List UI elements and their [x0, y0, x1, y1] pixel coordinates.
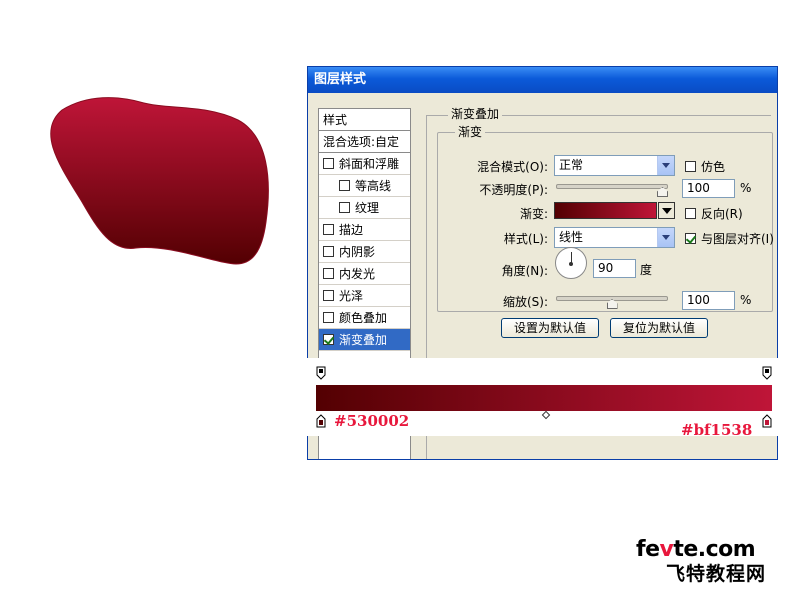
gradient-midpoint-diamond-icon[interactable] — [541, 410, 551, 420]
site-watermark-logo: fevte.com 飞特教程网 — [636, 538, 788, 590]
checkbox-align-with-layer[interactable] — [685, 233, 696, 244]
blend-mode-label: 混合模式(O): — [477, 160, 548, 174]
checkbox-reverse[interactable] — [685, 208, 696, 219]
style-item-label: 渐变叠加 — [339, 333, 388, 347]
scale-label: 缩放(S): — [502, 295, 548, 309]
restore-default-button[interactable]: 复位为默认值 — [610, 318, 708, 338]
watermark-domain-part1: fe — [636, 537, 660, 562]
checkbox-satin[interactable] — [323, 290, 334, 301]
style-item-bevel-emboss[interactable]: 斜面和浮雕 — [319, 153, 410, 175]
dither-label: 仿色 — [701, 160, 726, 174]
angle-hub — [569, 262, 573, 266]
color-stop-left-icon[interactable] — [316, 414, 326, 428]
watermark-domain-accent: v — [659, 537, 674, 562]
checkbox-inner-glow[interactable] — [323, 268, 334, 279]
gradient-bar[interactable] — [316, 385, 772, 411]
style-item-gradient-overlay[interactable]: 渐变叠加 — [319, 329, 410, 351]
checkbox-color-overlay[interactable] — [323, 312, 334, 323]
gradient-label: 渐变: — [519, 207, 548, 221]
style-item-label: 描边 — [339, 223, 364, 237]
style-label: 样式(L): — [503, 232, 548, 246]
set-default-button[interactable]: 设置为默认值 — [501, 318, 599, 338]
gradient-picker-chevron-icon[interactable] — [658, 202, 675, 219]
watermark-site-name: 飞特教程网 — [666, 563, 767, 585]
blend-mode-select[interactable]: 正常 — [554, 155, 675, 176]
gradient-shape-path — [50, 97, 269, 265]
watermark-domain-part2: te.com — [673, 537, 756, 562]
blending-options-label: 混合选项:自定 — [323, 135, 400, 149]
styles-header-label: 样式 — [323, 113, 348, 127]
style-item-label: 内发光 — [339, 267, 376, 281]
opacity-stop-right-icon[interactable] — [762, 366, 772, 380]
opacity-unit: % — [740, 181, 752, 195]
style-item-label: 纹理 — [355, 201, 380, 215]
left-stop-hex-label: #530002 — [334, 412, 410, 430]
gradient-swatch[interactable] — [554, 202, 657, 219]
styles-list-header[interactable]: 样式 — [319, 109, 410, 131]
angle-unit: 度 — [640, 263, 653, 277]
checkbox-texture[interactable] — [339, 202, 350, 213]
dither-checkbox-row[interactable]: 仿色 — [685, 158, 725, 175]
checkbox-dither[interactable] — [685, 161, 696, 172]
style-value: 线性 — [559, 230, 584, 244]
checkbox-gradient-overlay[interactable] — [323, 334, 334, 345]
chevron-down-icon[interactable] — [657, 156, 674, 175]
right-stop-hex-label: #bf1538 — [681, 421, 753, 439]
opacity-input[interactable]: 100 — [682, 179, 735, 198]
style-item-label: 颜色叠加 — [339, 311, 388, 325]
dialog-titlebar[interactable]: 图层样式 — [308, 67, 777, 93]
chevron-down-icon[interactable] — [657, 228, 674, 247]
opacity-slider[interactable] — [556, 184, 668, 189]
watermark-domain: fevte.com — [636, 538, 788, 562]
reverse-checkbox-row[interactable]: 反向(R) — [685, 205, 743, 222]
style-item-label: 斜面和浮雕 — [339, 157, 400, 171]
angle-dial-icon[interactable] — [555, 247, 587, 279]
checkbox-inner-shadow[interactable] — [323, 246, 334, 257]
style-item-label: 光泽 — [339, 289, 364, 303]
angle-input[interactable]: 90 — [593, 259, 636, 278]
style-item-label: 内阴影 — [339, 245, 376, 259]
angle-label: 角度(N): — [501, 264, 548, 278]
opacity-stop-left-icon[interactable] — [316, 366, 326, 380]
style-item-inner-glow[interactable]: 内发光 — [319, 263, 410, 285]
color-stop-right-icon[interactable] — [762, 414, 772, 428]
gradient-shape-svg — [50, 97, 269, 265]
checkbox-stroke[interactable] — [323, 224, 334, 235]
style-item-inner-shadow[interactable]: 内阴影 — [319, 241, 410, 263]
opacity-label: 不透明度(P): — [479, 183, 548, 197]
style-item-stroke[interactable]: 描边 — [319, 219, 410, 241]
group-title: 渐变 — [455, 123, 486, 140]
blending-options-item[interactable]: 混合选项:自定 — [319, 131, 410, 153]
blend-mode-value: 正常 — [559, 158, 584, 172]
align-layer-checkbox-row[interactable]: 与图层对齐(I) — [685, 230, 774, 247]
scale-input[interactable]: 100 — [682, 291, 735, 310]
gradient-shape-preview — [40, 92, 276, 270]
checkbox-contour[interactable] — [339, 180, 350, 191]
align-label: 与图层对齐(I) — [701, 232, 774, 246]
style-item-color-overlay[interactable]: 颜色叠加 — [319, 307, 410, 329]
scale-unit: % — [740, 293, 752, 307]
section-title: 渐变叠加 — [448, 105, 503, 122]
style-item-texture[interactable]: 纹理 — [319, 197, 410, 219]
style-item-satin[interactable]: 光泽 — [319, 285, 410, 307]
gradient-editor-strip: #530002 #bf1538 — [296, 358, 788, 439]
checkbox-bevel-emboss[interactable] — [323, 158, 334, 169]
reverse-label: 反向(R) — [701, 207, 743, 221]
style-item-label: 等高线 — [355, 179, 392, 193]
style-select[interactable]: 线性 — [554, 227, 675, 248]
style-item-contour[interactable]: 等高线 — [319, 175, 410, 197]
